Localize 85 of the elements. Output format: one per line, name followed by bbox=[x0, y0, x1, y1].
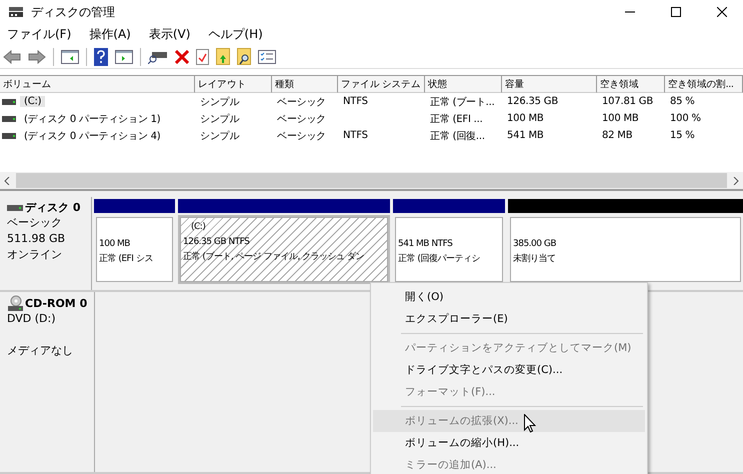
menu-item[interactable]: ファイル(F) bbox=[2, 26, 76, 44]
drive-icon[interactable] bbox=[148, 50, 168, 64]
horizontal-scrollbar[interactable] bbox=[0, 172, 743, 189]
maximize-icon[interactable] bbox=[671, 7, 681, 18]
volume-name[interactable]: (ディスク 0 パーティション 1) bbox=[20, 112, 164, 126]
drive-icon bbox=[2, 116, 16, 122]
table-cell: 100 MB bbox=[602, 113, 639, 124]
scroll-right-icon[interactable] bbox=[733, 176, 739, 184]
table-cell: 15 % bbox=[670, 130, 695, 142]
table-cell: NTFS bbox=[343, 130, 368, 142]
column-header[interactable]: 状態 bbox=[425, 76, 502, 94]
context-menu-item[interactable]: ボリュームの縮小(H)... bbox=[373, 432, 645, 454]
scroll-left-icon[interactable] bbox=[4, 176, 10, 184]
column-header[interactable]: ファイル システム bbox=[338, 76, 425, 94]
disk-detail: ベーシック bbox=[7, 215, 63, 231]
folder-up-icon[interactable] bbox=[216, 48, 230, 66]
table-cell: NTFS bbox=[343, 96, 368, 108]
partition-label: 385.00 GB bbox=[513, 238, 558, 251]
table-cell-text: シンプル bbox=[200, 112, 240, 126]
column-header[interactable]: ボリューム bbox=[0, 76, 195, 94]
table-cell: 82 MB bbox=[602, 130, 632, 142]
partition-box[interactable]: (C:) 126.35 GB NTFS 正常 (ブート, ページ ファイル, クラッシュ ダン bbox=[178, 215, 390, 284]
context-menu-item[interactable]: ドライブ文字とパスの変更(C)... bbox=[373, 359, 645, 381]
disk-detail: メディアなし bbox=[7, 343, 74, 359]
partition-label: 正常 (EFI シス bbox=[99, 252, 154, 266]
partition-label: 正常 (ブート, ページ ファイル, クラッシュ ダン bbox=[183, 250, 366, 264]
partition-label: 正常 (回復パーティシ bbox=[398, 252, 481, 266]
drive-icon bbox=[2, 98, 16, 105]
table-cell: 100 % bbox=[670, 113, 701, 124]
mouse-cursor-icon bbox=[524, 414, 536, 433]
table-cell: 541 MB bbox=[507, 130, 544, 142]
volume-name[interactable]: (ディスク 0 パーティション 4) bbox=[20, 128, 164, 143]
disk-detail: オンライン bbox=[7, 247, 63, 263]
table-cell: 126.35 GB bbox=[507, 96, 558, 108]
column-header[interactable]: 空き領域の割... bbox=[665, 76, 743, 94]
menu-item[interactable]: 表示(V) bbox=[144, 26, 196, 44]
table-cell-text: ベーシック bbox=[277, 112, 326, 126]
disk-info-panel[interactable]: ディスク 0 ベーシック 511.98 GB オンライン bbox=[0, 197, 92, 290]
volume-name[interactable]: (C:) bbox=[20, 96, 46, 108]
table-cell: 85 % bbox=[670, 96, 695, 108]
column-header[interactable]: 容量 bbox=[502, 76, 597, 94]
disk-info-panel[interactable]: CD-ROM 0 DVD (D:) メディアなし bbox=[0, 292, 95, 472]
forward-arrow-icon[interactable] bbox=[28, 50, 46, 64]
checklist-icon[interactable] bbox=[258, 50, 276, 64]
table-cell-text: 正常 (回復... bbox=[430, 130, 485, 143]
disk-detail: 511.98 GB bbox=[7, 231, 66, 247]
partition-box[interactable]: 100 MB 正常 (EFI シス bbox=[94, 215, 175, 284]
check-document-icon[interactable] bbox=[196, 48, 209, 65]
context-menu-item[interactable]: エクスプローラー(E) bbox=[373, 308, 645, 330]
close-icon[interactable] bbox=[717, 7, 727, 18]
partition-box[interactable]: 385.00 GB 未割り当て bbox=[508, 215, 743, 284]
cd-drive-icon bbox=[7, 295, 23, 311]
panel-icon[interactable] bbox=[61, 50, 79, 64]
column-header[interactable]: 種類 bbox=[272, 76, 338, 94]
partition-box[interactable]: 541 MB NTFS 正常 (回復パーティシ bbox=[393, 215, 505, 284]
partition-label: 100 MB bbox=[99, 238, 131, 251]
disk-name: ディスク 0 bbox=[25, 200, 80, 215]
partition-label: 541 MB NTFS bbox=[398, 238, 454, 251]
partition-label: 未割り当て bbox=[513, 252, 556, 266]
table-cell-text: シンプル bbox=[200, 130, 240, 143]
disk-drive-icon bbox=[7, 204, 23, 210]
window-title: ディスクの管理 bbox=[31, 4, 115, 21]
table-cell-text: ベーシック bbox=[277, 96, 326, 109]
disk-name: CD-ROM 0 bbox=[25, 296, 88, 310]
back-arrow-icon[interactable] bbox=[3, 50, 21, 64]
table-cell: 107.81 GB bbox=[602, 96, 653, 108]
table-cell-text: シンプル bbox=[200, 96, 240, 109]
column-header[interactable]: 空き領域 bbox=[597, 76, 665, 94]
menu-item[interactable]: ヘルプ(H) bbox=[203, 26, 268, 44]
panel-icon[interactable] bbox=[115, 50, 133, 64]
table-cell-text: 正常 (EFI ... bbox=[430, 112, 483, 126]
menu-item[interactable]: 操作(A) bbox=[84, 26, 136, 44]
disk-detail: DVD (D:) bbox=[7, 311, 57, 327]
column-header[interactable]: レイアウト bbox=[195, 76, 272, 94]
partition-label: (C:) bbox=[190, 221, 206, 234]
folder-search-icon[interactable] bbox=[237, 48, 251, 66]
disk-drive-icon bbox=[8, 5, 24, 20]
table-cell-text: ベーシック bbox=[277, 130, 326, 143]
help-icon[interactable] bbox=[94, 48, 108, 66]
table-cell-text: 正常 (ブート... bbox=[430, 96, 495, 109]
drive-icon bbox=[2, 132, 16, 139]
partition-label: 126.35 GB NTFS bbox=[183, 236, 250, 249]
delete-icon[interactable] bbox=[175, 50, 189, 64]
table-cell: 100 MB bbox=[507, 113, 544, 124]
context-menu-item[interactable]: 開く(O) bbox=[373, 286, 645, 308]
